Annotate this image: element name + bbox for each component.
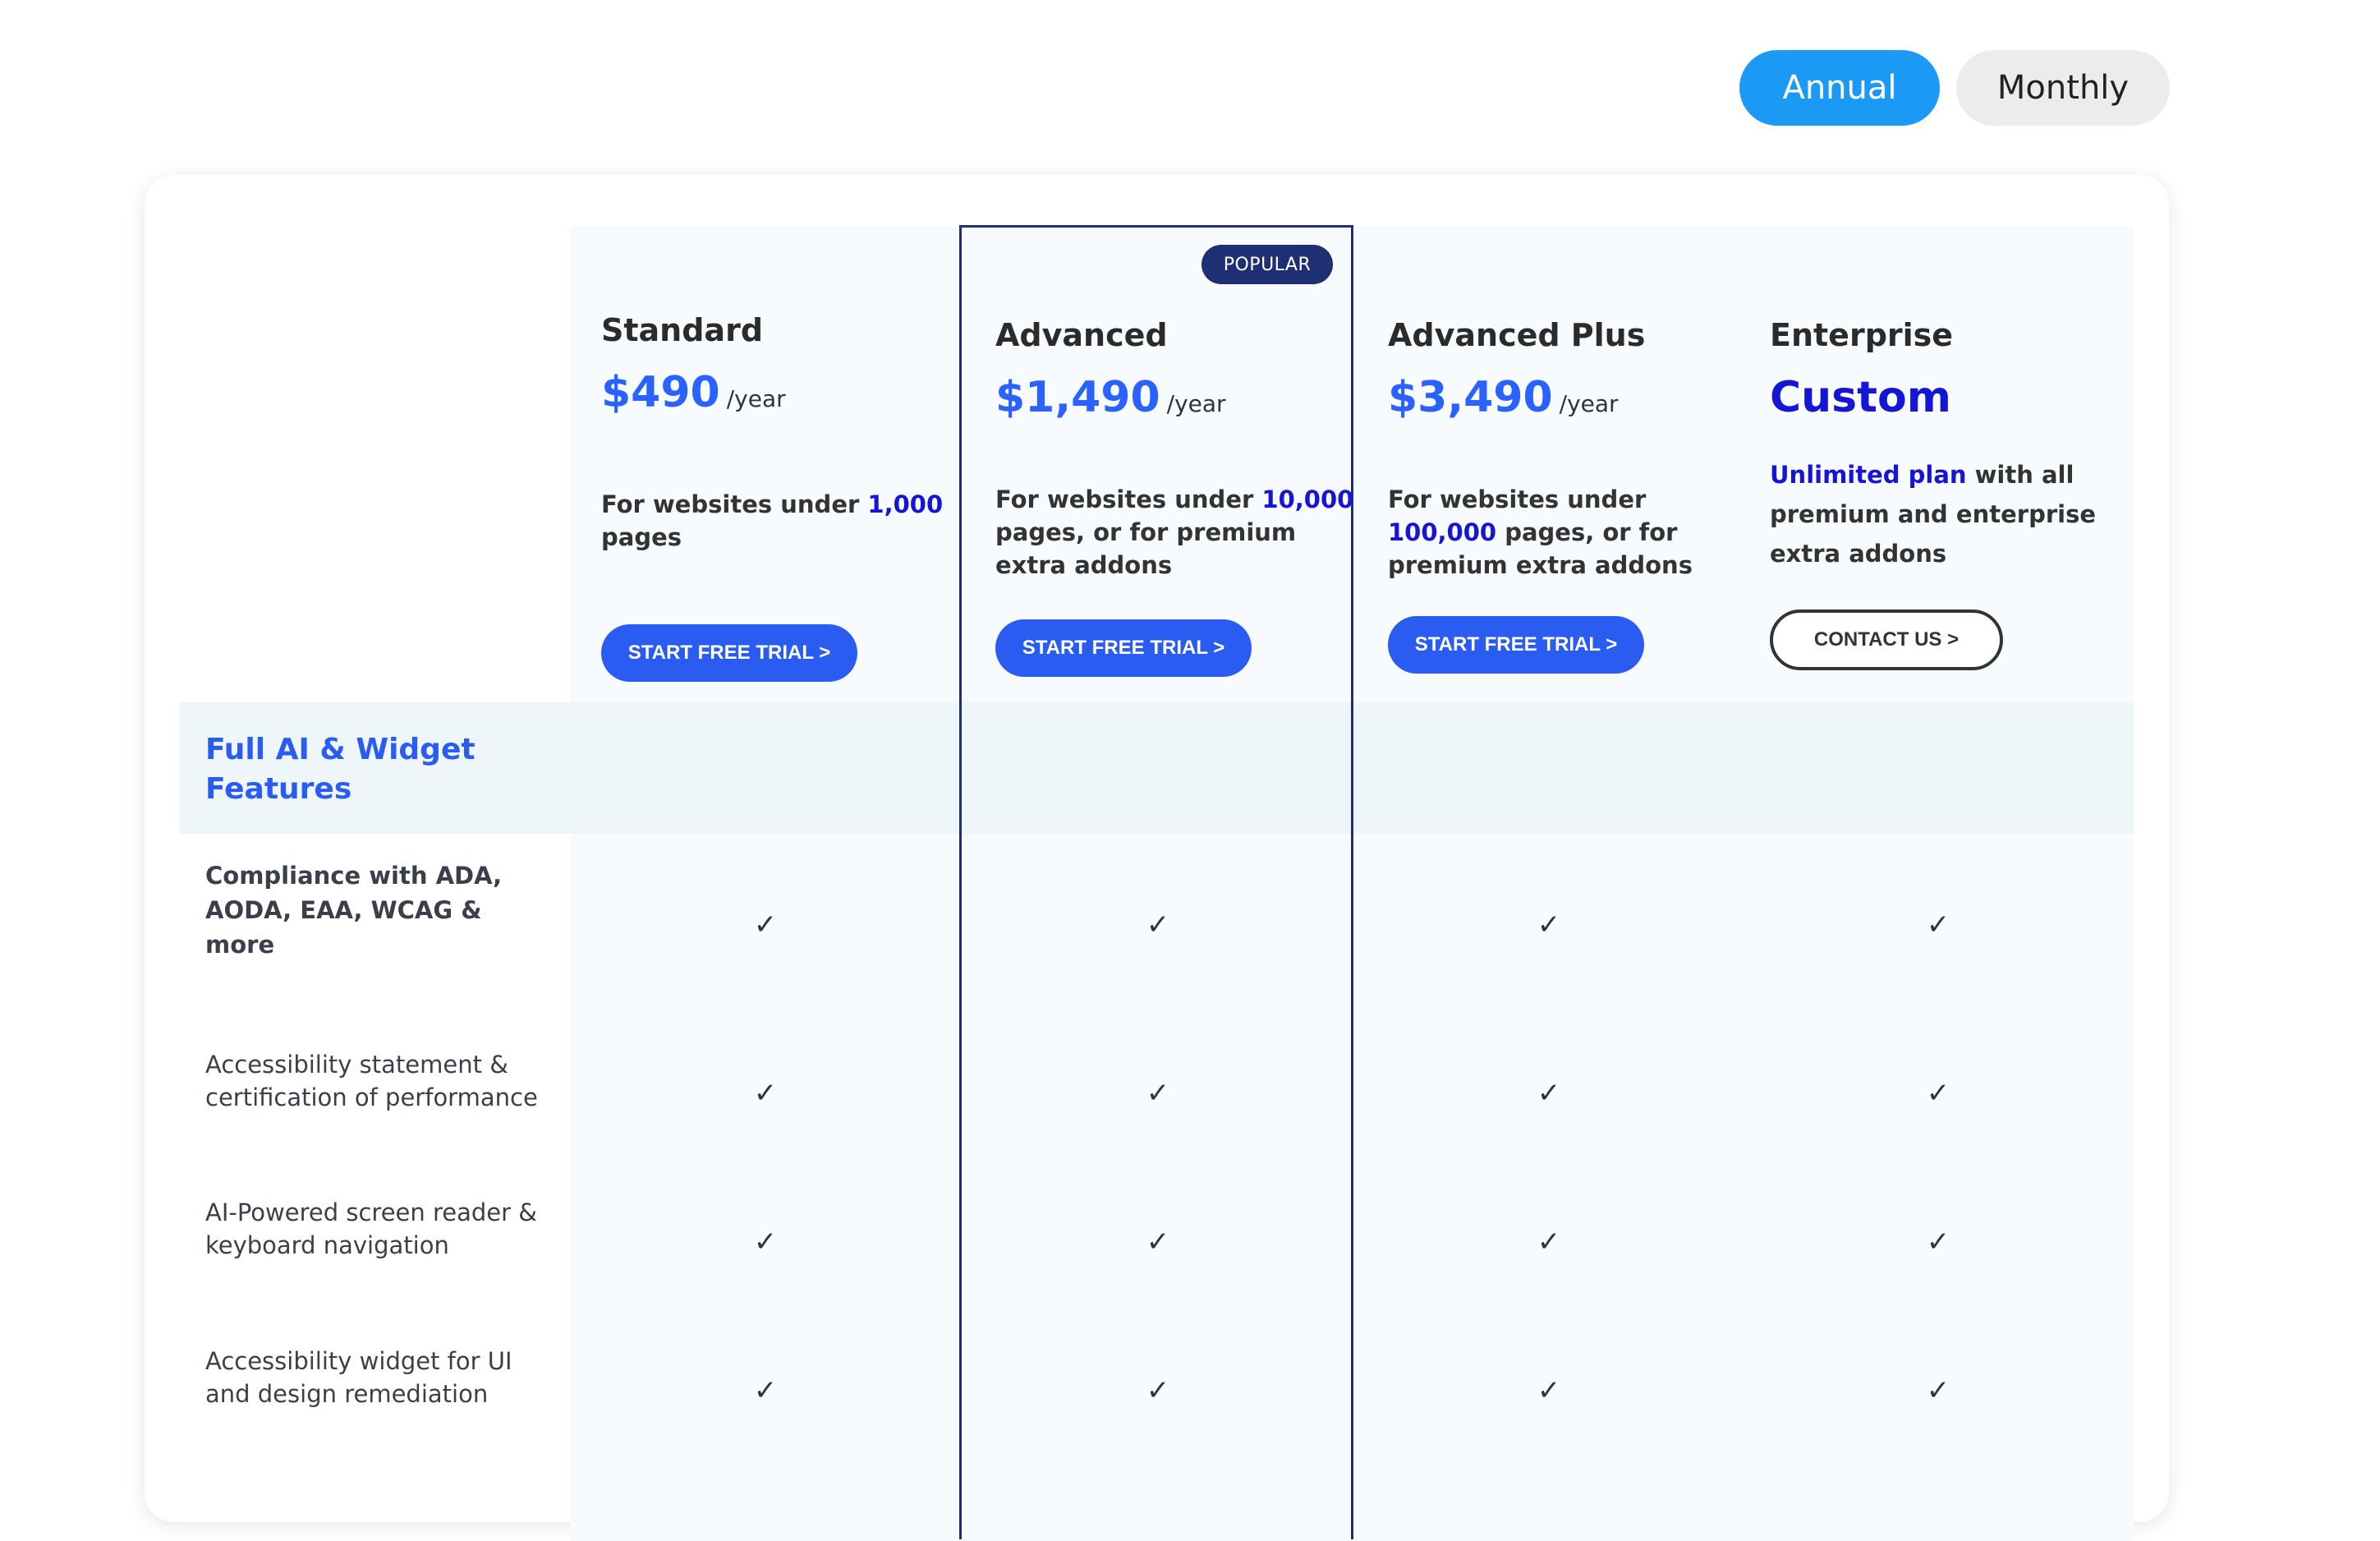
check-icon: ✓	[1926, 1374, 1950, 1407]
check-icon: ✓	[1926, 908, 1950, 941]
check-icon: ✓	[1146, 908, 1170, 941]
plan-price: $490/year	[601, 368, 786, 417]
feature-label: AI-Powered screen reader & keyboard navi…	[205, 1198, 537, 1259]
desc-highlight: 1,000	[867, 490, 944, 518]
check-icon: ✓	[753, 908, 778, 941]
check-icon: ✓	[753, 1077, 778, 1110]
contact-us-button[interactable]: CONTACT US >	[1770, 610, 2003, 670]
desc-highlight: 10,000	[1261, 485, 1354, 513]
check-icon: ✓	[1146, 1226, 1170, 1258]
section-title: Full AI & Widget Features	[205, 733, 476, 806]
plan-description: For websites under 1,000 pages	[601, 488, 963, 554]
check-icon: ✓	[753, 1226, 778, 1258]
check-icon: ✓	[753, 1374, 778, 1407]
plan-description: Unlimited plan with all premium and ente…	[1770, 455, 2098, 573]
popular-badge: POPULAR	[1201, 245, 1333, 284]
plan-price: $1,490/year	[995, 373, 1226, 422]
check-icon: ✓	[1926, 1226, 1950, 1258]
feature-label: Accessibility widget for UI and design r…	[205, 1347, 512, 1408]
plan-name: Advanced	[995, 317, 1168, 353]
monthly-toggle-button[interactable]: Monthly	[1956, 50, 2170, 126]
desc-highlight: 100,000	[1388, 518, 1497, 546]
plan-name: Enterprise	[1770, 317, 1954, 353]
feature-label: Accessibility statement & certification …	[205, 1051, 538, 1111]
price-amount: $3,490	[1388, 373, 1553, 422]
check-icon: ✓	[1146, 1077, 1170, 1110]
plan-price: Custom	[1770, 373, 1951, 422]
desc-suffix: pages	[601, 523, 682, 551]
feature-label: Compliance with ADA, AODA, EAA, WCAG & m…	[205, 862, 503, 959]
plan-name: Standard	[601, 312, 764, 348]
annual-toggle-button[interactable]: Annual	[1739, 50, 1940, 126]
check-icon: ✓	[1146, 1374, 1170, 1407]
price-period: /year	[1166, 390, 1226, 417]
desc-highlight: Unlimited plan	[1770, 461, 1967, 489]
start-free-trial-button-advanced-plus[interactable]: START FREE TRIAL >	[1388, 616, 1644, 674]
price-period: /year	[726, 385, 786, 412]
plan-description: For websites under 100,000 pages, or for…	[1388, 483, 1749, 582]
desc-suffix: pages, or for premium extra addons	[995, 518, 1297, 579]
desc-prefix: For websites under	[601, 490, 868, 518]
start-free-trial-button-standard[interactable]: START FREE TRIAL >	[601, 624, 857, 682]
check-icon: ✓	[1926, 1077, 1950, 1110]
check-icon: ✓	[1537, 1077, 1561, 1110]
price-amount: $490	[601, 368, 720, 417]
popular-plan-frame	[959, 225, 1353, 1539]
plan-description: For websites under 10,000 pages, or for …	[995, 483, 1357, 582]
desc-prefix: For websites under	[1388, 485, 1647, 513]
price-amount: Custom	[1770, 373, 1951, 422]
plan-price: $3,490/year	[1388, 373, 1619, 422]
desc-prefix: For websites under	[995, 485, 1262, 513]
check-icon: ✓	[1537, 908, 1561, 941]
price-period: /year	[1559, 390, 1619, 417]
billing-toggle: Annual Monthly	[1739, 50, 2170, 126]
price-amount: $1,490	[995, 373, 1160, 422]
check-icon: ✓	[1537, 1374, 1561, 1407]
check-icon: ✓	[1537, 1226, 1561, 1258]
start-free-trial-button-advanced[interactable]: START FREE TRIAL >	[995, 619, 1252, 677]
plan-name: Advanced Plus	[1388, 317, 1646, 353]
